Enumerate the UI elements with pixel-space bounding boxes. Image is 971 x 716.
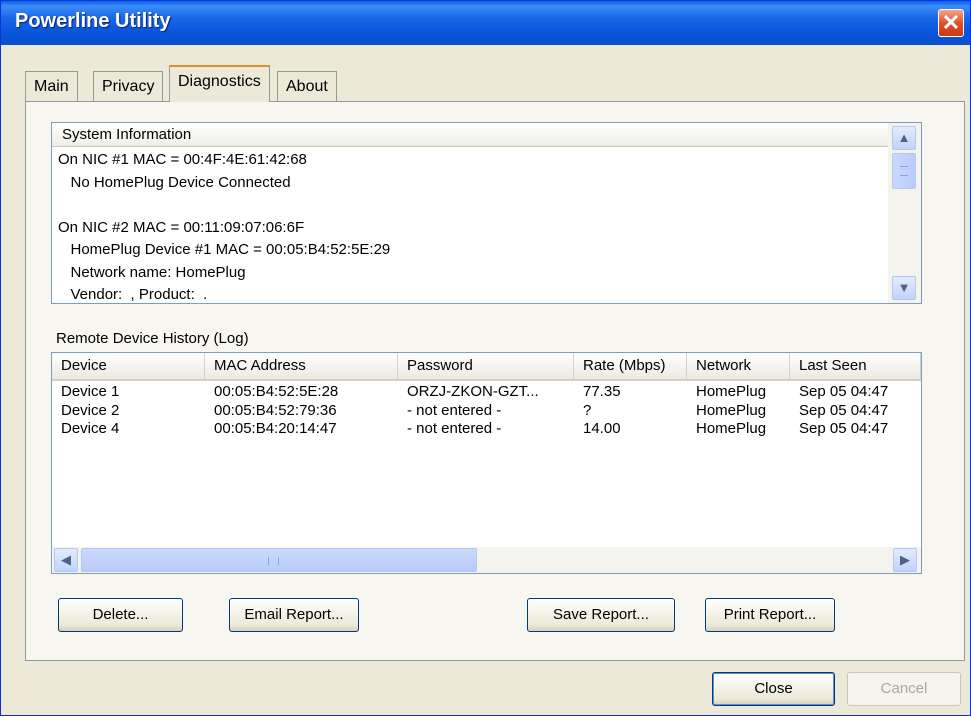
cell-network: HomePlug — [696, 401, 767, 419]
log-section-label: Remote Device History (Log) — [56, 330, 249, 347]
log-horizontal-scrollbar[interactable]: ◀ ▶ — [52, 547, 921, 573]
powerline-utility-window: Powerline Utility ✕ Main Privacy Diagnos… — [0, 0, 971, 716]
cell-mac-address: 00:05:B4:52:79:36 — [214, 401, 337, 419]
column-header-device[interactable]: Device — [52, 353, 205, 379]
column-header-password[interactable]: Password — [398, 353, 574, 379]
device-history-list[interactable]: Device MAC Address Password Rate (Mbps) … — [51, 352, 922, 574]
cell-last-seen: Sep 05 04:47 — [799, 383, 889, 400]
system-information-text: On NIC #1 MAC = 00:4F:4E:61:42:68 No Hom… — [58, 149, 878, 303]
scroll-up-icon[interactable]: ▲ — [892, 126, 916, 150]
cell-rate: ? — [583, 401, 592, 419]
system-info-line: No HomePlug Device Connected — [58, 173, 291, 191]
cell-last-seen: Sep 05 04:47 — [799, 420, 889, 437]
cell-password: - not entered - — [407, 420, 502, 437]
email-report-button[interactable]: Email Report... — [229, 598, 359, 632]
system-info-line: HomePlug Device #1 MAC = 00:05:B4:52:5E:… — [58, 241, 391, 258]
cancel-button[interactable]: Cancel — [847, 672, 961, 706]
table-row[interactable]: Device 1 00:05:B4:52:5E:28 ORZJ-ZKON-GZT… — [52, 383, 921, 402]
scroll-down-icon[interactable]: ▼ — [892, 276, 916, 300]
cell-device: Device 4 — [61, 420, 120, 437]
column-header-mac-address[interactable]: MAC Address — [205, 353, 398, 379]
cell-rate: 77.35 — [583, 383, 621, 400]
tab-privacy[interactable]: Privacy — [93, 71, 164, 101]
print-report-button[interactable]: Print Report... — [705, 598, 835, 632]
cell-password: ORZJ-ZKON-GZT... — [407, 383, 539, 400]
log-rows: Device 1 00:05:B4:52:5E:28 ORZJ-ZKON-GZT… — [52, 383, 921, 439]
window-close-icon[interactable]: ✕ — [938, 9, 964, 37]
vertical-scroll-thumb[interactable] — [892, 153, 916, 189]
column-header-network[interactable]: Network — [687, 353, 790, 379]
cell-mac-address: 00:05:B4:52:5E:28 — [214, 383, 339, 400]
system-info-vertical-scrollbar[interactable]: ▲ ▼ — [888, 123, 921, 303]
scroll-left-icon[interactable]: ◀ — [54, 548, 78, 572]
tab-main[interactable]: Main — [25, 71, 78, 101]
cell-last-seen: Sep 05 04:47 — [799, 401, 889, 419]
diagnostics-panel: System Information On NIC #1 MAC = 00:4F… — [25, 101, 965, 661]
save-report-button[interactable]: Save Report... — [527, 598, 675, 632]
delete-button[interactable]: Delete... — [58, 598, 183, 632]
scroll-right-icon[interactable]: ▶ — [893, 548, 917, 572]
cell-password: - not entered - — [407, 401, 502, 419]
horizontal-scroll-thumb[interactable] — [81, 548, 477, 572]
cell-device: Device 2 — [61, 401, 120, 419]
cell-network: HomePlug — [696, 383, 767, 400]
cell-mac-address: 00:05:B4:20:14:47 — [214, 420, 337, 437]
system-information-box[interactable]: System Information On NIC #1 MAC = 00:4F… — [51, 122, 922, 304]
table-row[interactable]: Device 4 00:05:B4:20:14:47 - not entered… — [52, 420, 921, 439]
close-button[interactable]: Close — [712, 672, 835, 706]
cell-device: Device 1 — [61, 383, 120, 400]
system-info-line — [58, 194, 878, 217]
window-title: Powerline Utility — [15, 10, 171, 32]
log-column-headers: Device MAC Address Password Rate (Mbps) … — [52, 353, 921, 381]
tab-diagnostics[interactable]: Diagnostics — [169, 65, 270, 102]
cell-network: HomePlug — [696, 420, 767, 437]
column-header-rate[interactable]: Rate (Mbps) — [574, 353, 687, 379]
title-bar[interactable]: Powerline Utility ✕ — [1, 1, 970, 45]
tab-about[interactable]: About — [277, 71, 337, 101]
system-info-line: On NIC #1 MAC = 00:4F:4E:61:42:68 — [58, 151, 307, 168]
column-header-last-seen[interactable]: Last Seen — [790, 353, 921, 379]
system-info-line: On NIC #2 MAC = 00:11:09:07:06:6F — [58, 218, 305, 236]
cell-rate: 14.00 — [583, 420, 621, 437]
table-row[interactable]: Device 2 00:05:B4:52:79:36 - not entered… — [52, 402, 921, 421]
system-info-line: Network name: HomePlug — [58, 263, 246, 281]
system-information-header: System Information — [52, 123, 888, 147]
system-info-line: Vendor: , Product: . — [58, 286, 208, 303]
